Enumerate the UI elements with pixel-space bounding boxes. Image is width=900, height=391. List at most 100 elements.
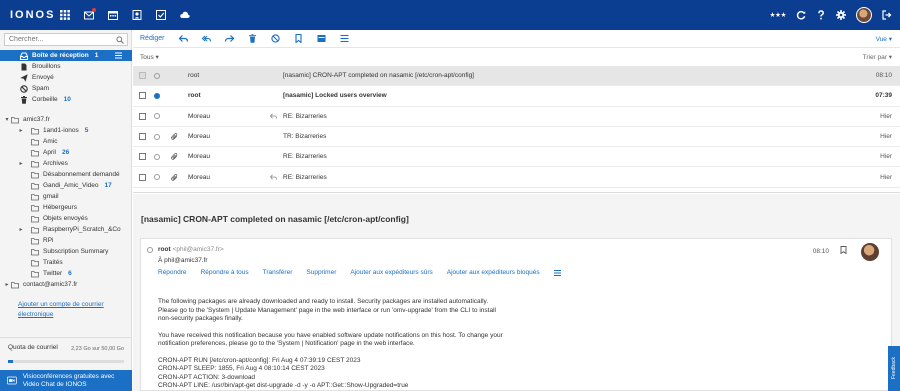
subfolder-item[interactable]: Gandi_Amic_Video 17: [0, 180, 132, 191]
unread-count: 10: [63, 96, 71, 103]
contacts-icon[interactable]: [132, 10, 142, 20]
folder-inbox[interactable]: Boîte de réception 1: [0, 50, 132, 61]
add-mail-account-link[interactable]: Ajouter un compte de courrier électroniq…: [18, 300, 118, 320]
compose-button[interactable]: Rédiger: [140, 35, 165, 42]
apps-grid-icon[interactable]: [60, 10, 70, 20]
message-row[interactable]: Moreau TR: Bizarreries Hier: [133, 127, 900, 148]
move-folder-icon[interactable]: [317, 34, 326, 43]
forward-link[interactable]: Transférer: [263, 269, 293, 276]
sender-email: <phil@amic37.fr>: [172, 246, 224, 253]
reply-icon[interactable]: [178, 34, 188, 43]
message-body: The following packages are already downl…: [158, 298, 858, 391]
folder-trash[interactable]: Corbeille 10: [0, 94, 132, 105]
message-checkbox[interactable]: [139, 153, 146, 161]
message-date: Hier: [880, 153, 892, 161]
search-input[interactable]: [9, 36, 109, 43]
folder-icon: [30, 225, 39, 234]
message-checkbox[interactable]: [139, 72, 146, 80]
subfolder-item[interactable]: Subscription Summary: [0, 246, 132, 257]
message-card: root <phil@amic37.fr> À phil@amic37.fr 08…: [140, 238, 892, 391]
add-safe-sender-link[interactable]: Ajouter aux expéditeurs sûrs: [350, 269, 432, 276]
video-camera-icon: [7, 376, 17, 385]
calendar-icon[interactable]: [108, 10, 118, 20]
subfolder-item[interactable]: ▸ Archives: [0, 158, 132, 169]
add-blocked-sender-link[interactable]: Ajouter aux expéditeurs bloqués: [447, 269, 540, 276]
read-status-icon[interactable]: [154, 72, 160, 79]
subfolder-item[interactable]: Objets envoyés: [0, 213, 132, 224]
unread-count: 17: [104, 182, 112, 189]
subfolder-item[interactable]: April 26: [0, 147, 132, 158]
ionos-logo[interactable]: IONOS: [10, 9, 54, 21]
message-checkbox[interactable]: [139, 173, 146, 181]
account-amic37[interactable]: ▾ amic37.fr: [0, 114, 132, 125]
message-row[interactable]: Moreau RE: Bizarreries Hier: [133, 167, 900, 188]
video-chat-banner[interactable]: Visioconférences gratuites avec Vidéo Ch…: [0, 370, 132, 391]
subfolder-item[interactable]: Désabonnement demandé: [0, 169, 132, 180]
message-row[interactable]: Moreau RE: Bizarreries Hier: [133, 147, 900, 168]
stars-icon[interactable]: [770, 10, 786, 20]
reply-all-icon[interactable]: [201, 34, 211, 43]
unread-count: 1: [94, 52, 99, 59]
message-checkbox[interactable]: [139, 112, 146, 120]
more-menu-icon[interactable]: [553, 270, 561, 276]
message-row[interactable]: Moreau RE: Bizarreries Hier: [133, 107, 900, 127]
delete-link[interactable]: Supprimer: [306, 269, 336, 276]
folder-label: Corbeille: [32, 96, 58, 103]
bookmark-icon[interactable]: [840, 246, 847, 254]
subfolder-item[interactable]: Traités: [0, 257, 132, 268]
folder-sent[interactable]: Envoyé: [0, 72, 132, 83]
sender-avatar: [861, 243, 879, 261]
feedback-tab[interactable]: Feedback: [888, 346, 900, 391]
folder-spam[interactable]: Spam: [0, 83, 132, 94]
spam-icon[interactable]: [270, 34, 280, 43]
folder-icon: [30, 214, 39, 223]
search-icon[interactable]: [116, 36, 124, 44]
search-box[interactable]: [4, 33, 128, 46]
settings-gear-icon[interactable]: [836, 10, 846, 20]
message-row[interactable]: root [nasamic] Locked users overview 07:39: [133, 86, 900, 107]
subfolder-item[interactable]: gmail: [0, 191, 132, 202]
read-status-icon[interactable]: [154, 113, 160, 120]
message-row[interactable]: root [nasamic] CRON-APT completed on nasa…: [133, 66, 900, 87]
logout-icon[interactable]: [882, 10, 892, 20]
folder-drafts[interactable]: Brouillons: [0, 61, 132, 72]
view-dropdown[interactable]: Vue ▾: [876, 35, 892, 43]
account-contact[interactable]: ▸ contact@amic37.fr: [0, 279, 132, 290]
read-status-icon[interactable]: [154, 153, 160, 160]
more-actions-icon[interactable]: [340, 34, 349, 43]
subfolder-item[interactable]: Twitter 6: [0, 268, 132, 279]
tasks-icon[interactable]: [156, 10, 166, 20]
subfolder-item[interactable]: Hébergeurs: [0, 202, 132, 213]
message-subject: [nasamic] Locked users overview: [283, 92, 387, 100]
folder-menu-icon[interactable]: [115, 52, 122, 59]
subfolder-item[interactable]: ▸ 1and1-ionos 5: [0, 125, 132, 136]
user-avatar[interactable]: [856, 7, 872, 23]
subfolder-item[interactable]: Amic: [0, 136, 132, 147]
filter-all-dropdown[interactable]: Tous ▾: [140, 53, 159, 61]
message-checkbox[interactable]: [139, 92, 146, 100]
read-status-icon[interactable]: [154, 133, 160, 140]
forward-icon[interactable]: [224, 34, 234, 43]
subfolder-item[interactable]: ▸ RaspberryPi_Scratch_&Co: [0, 224, 132, 235]
cloud-icon[interactable]: [180, 10, 190, 20]
message-checkbox[interactable]: [139, 133, 146, 141]
read-status-icon[interactable]: [147, 247, 153, 253]
attachment-icon: [171, 173, 178, 181]
caret-right-icon[interactable]: ▸: [18, 127, 24, 134]
help-icon[interactable]: [816, 10, 826, 20]
read-status-icon[interactable]: [154, 92, 160, 99]
reply-link[interactable]: Répondre: [158, 269, 187, 276]
read-status-icon[interactable]: [154, 174, 160, 181]
delete-icon[interactable]: [248, 34, 257, 43]
mail-icon[interactable]: [84, 8, 96, 20]
message-sender: Moreau: [188, 112, 211, 120]
refresh-icon[interactable]: [796, 10, 806, 20]
caret-right-icon[interactable]: ▸: [18, 226, 24, 233]
caret-right-icon[interactable]: ▸: [18, 160, 24, 167]
reply-all-link[interactable]: Répondre à tous: [201, 269, 249, 276]
sender[interactable]: root <phil@amic37.fr>: [158, 246, 224, 253]
subfolder-item[interactable]: RPi: [0, 235, 132, 246]
bookmark-icon[interactable]: [294, 34, 303, 43]
replied-icon: [270, 113, 277, 119]
sort-dropdown[interactable]: Trier par ▾: [863, 53, 892, 61]
